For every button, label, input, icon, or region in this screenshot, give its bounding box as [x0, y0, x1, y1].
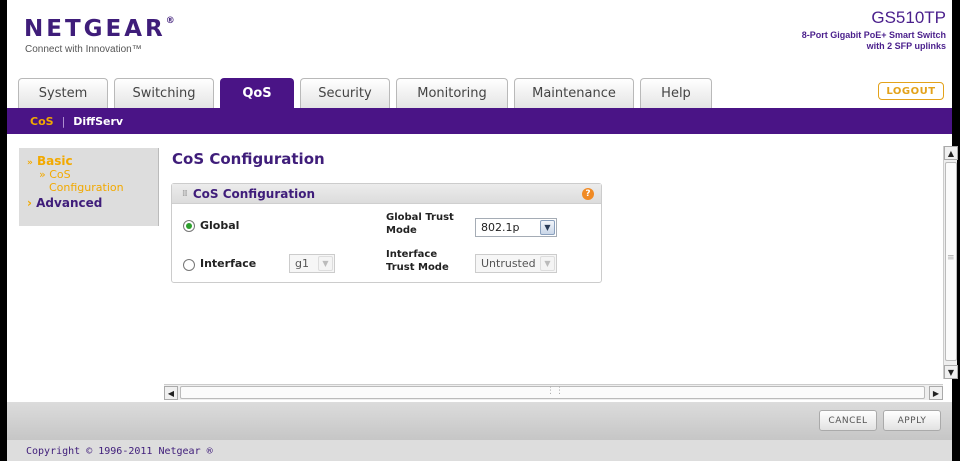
model-desc-line1: 8-Port Gigabit PoE+ Smart Switch — [801, 30, 946, 40]
tab-maintenance[interactable]: Maintenance — [514, 78, 634, 108]
chevron-down-icon: ▼ — [318, 256, 333, 271]
global-trust-mode-label-line2: Mode — [386, 225, 417, 236]
logout-button[interactable]: LOGOUT — [878, 82, 944, 100]
cancel-button[interactable]: CANCEL — [819, 410, 877, 431]
tab-label: System — [38, 86, 88, 101]
scroll-left-icon[interactable]: ◀ — [164, 386, 178, 400]
tab-label: Maintenance — [532, 86, 616, 101]
brand-logo[interactable]: NETGEAR® — [24, 16, 175, 42]
tab-label: Monitoring — [417, 86, 487, 101]
leftnav-cos-line2: Configuration — [49, 181, 124, 194]
main-tabs: System Switching QoS Security Monitoring… — [18, 78, 718, 108]
leftnav-cos-line1: » CoS — [39, 168, 71, 181]
app-window: NETGEAR® Connect with Innovation™ GS510T… — [0, 0, 960, 461]
chevron-down-icon: » — [27, 158, 33, 168]
global-trust-mode-label-line1: Global Trust — [386, 212, 454, 223]
global-radio[interactable] — [183, 220, 195, 232]
chevron-down-icon: ▼ — [540, 220, 555, 235]
vertical-scrollbar[interactable]: ▲ ≡ ▼ — [943, 146, 958, 379]
scroll-up-icon[interactable]: ▲ — [944, 146, 958, 160]
left-navigation: » Basic » CoS Configuration › Advanced — [19, 148, 159, 226]
interface-trust-mode-label-line1: Interface — [386, 249, 438, 260]
interface-label: Interface — [200, 257, 257, 270]
tab-label: Help — [661, 86, 691, 101]
tab-label: Switching — [132, 86, 196, 101]
leftnav-basic-label: Basic — [37, 154, 73, 168]
global-trust-mode-select[interactable]: 802.1p ▼ — [475, 218, 557, 237]
interface-trust-mode-value: Untrusted — [481, 257, 536, 270]
panel-header: ⁞⁞ CoS Configuration — [172, 184, 601, 204]
scroll-right-icon[interactable]: ▶ — [929, 386, 943, 400]
tab-security[interactable]: Security — [300, 78, 390, 108]
copyright-footer: Copyright © 1996-2011 Netgear ® — [7, 440, 952, 461]
tab-help[interactable]: Help — [640, 78, 712, 108]
help-icon[interactable]: ? — [582, 188, 594, 200]
tab-qos[interactable]: QoS — [220, 78, 294, 108]
subnav-item-cos[interactable]: CoS — [30, 115, 54, 128]
leftnav-advanced-label: Advanced — [36, 196, 103, 210]
brand-tagline: Connect with Innovation™ — [25, 44, 142, 55]
cos-configuration-panel: ⁞⁞ CoS Configuration ? Global Global Tru… — [171, 183, 602, 283]
global-label: Global — [200, 219, 240, 232]
horizontal-scrollbar[interactable]: ◀ ⋮⋮ ▶ — [164, 384, 943, 400]
scroll-grip-icon: ≡ — [947, 253, 955, 263]
global-trust-mode-label: Global Trust Mode — [386, 211, 454, 237]
page-title: CoS Configuration — [172, 150, 325, 168]
chevron-down-icon: ▼ — [540, 256, 555, 271]
interface-trust-mode-label: Interface Trust Mode — [386, 248, 449, 274]
horizontal-scroll-thumb[interactable]: ⋮⋮ — [180, 386, 925, 399]
subnav-separator: | — [61, 114, 66, 128]
panel-title: CoS Configuration — [192, 186, 315, 201]
brand-mark: ® — [165, 16, 175, 26]
model-desc-line2: with 2 SFP uplinks — [866, 41, 946, 51]
interface-trust-mode-label-line2: Trust Mode — [386, 262, 449, 273]
model-description: 8-Port Gigabit PoE+ Smart Switch with 2 … — [802, 30, 946, 52]
global-trust-mode-value: 802.1p — [481, 221, 520, 234]
tab-system[interactable]: System — [18, 78, 108, 108]
vertical-scroll-thumb[interactable]: ≡ — [945, 162, 957, 361]
scroll-down-icon[interactable]: ▼ — [944, 365, 958, 379]
chevron-right-icon: › — [27, 196, 32, 210]
interface-select[interactable]: g1 ▼ — [289, 254, 335, 273]
tab-switching[interactable]: Switching — [114, 78, 214, 108]
model-name: GS510TP — [871, 8, 946, 27]
brand-name: NETGEAR — [24, 16, 166, 42]
leftnav-item-advanced[interactable]: › Advanced — [27, 196, 158, 210]
tab-label: Security — [318, 86, 372, 101]
tab-label: QoS — [242, 86, 272, 101]
interface-trust-mode-select[interactable]: Untrusted ▼ — [475, 254, 557, 273]
apply-button[interactable]: APPLY — [883, 410, 941, 431]
subnav-item-diffserv[interactable]: DiffServ — [73, 115, 123, 128]
action-bar: CANCEL APPLY — [7, 402, 952, 440]
scroll-grip-icon: ⋮⋮ — [546, 386, 564, 396]
leftnav-item-basic[interactable]: » Basic — [27, 154, 158, 168]
tab-monitoring[interactable]: Monitoring — [396, 78, 508, 108]
interface-value: g1 — [295, 257, 309, 270]
sub-navigation: CoS | DiffServ — [7, 108, 952, 134]
drag-grip-icon: ⁞⁞ — [182, 188, 188, 199]
window-border-left — [0, 0, 7, 461]
leftnav-item-cos-configuration[interactable]: » CoS Configuration — [27, 168, 158, 194]
content-area: » Basic » CoS Configuration › Advanced C… — [7, 134, 958, 402]
interface-radio[interactable] — [183, 259, 195, 271]
